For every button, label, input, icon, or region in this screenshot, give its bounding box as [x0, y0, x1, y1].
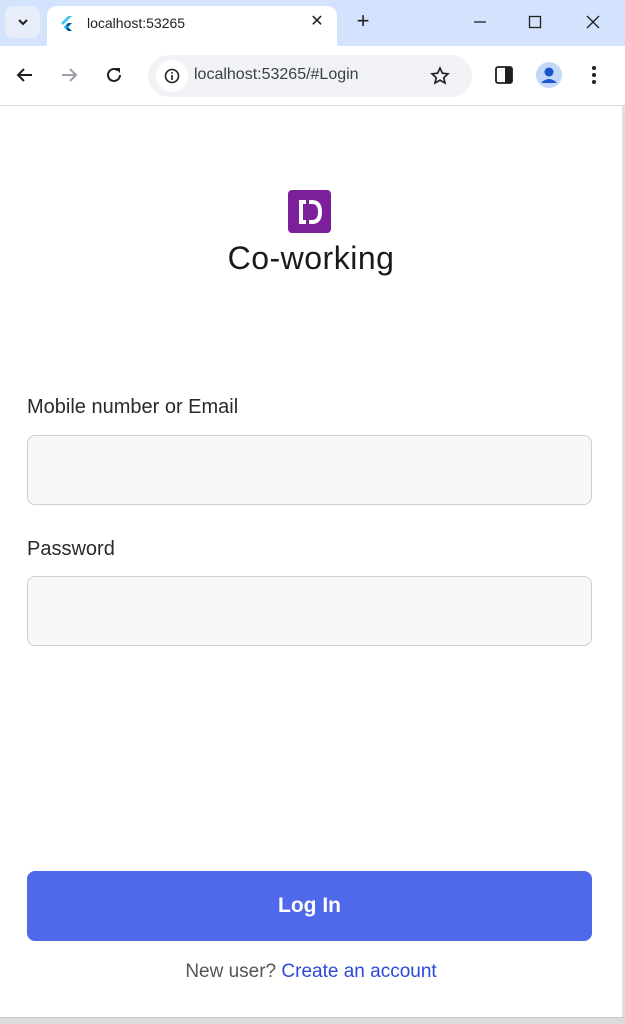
close-window-icon[interactable]: [565, 0, 621, 44]
minimize-icon[interactable]: [452, 0, 508, 44]
password-label: Password: [27, 538, 115, 560]
more-menu-icon[interactable]: [579, 60, 609, 90]
browser-toolbar: localhost:53265/#Login: [0, 46, 625, 106]
side-panel-icon[interactable]: [489, 60, 519, 90]
password-field[interactable]: [27, 576, 592, 646]
email-label: Mobile number or Email: [27, 396, 239, 418]
email-field[interactable]: [27, 435, 592, 505]
profile-avatar-icon[interactable]: [534, 60, 564, 90]
logo-d-icon: [298, 199, 322, 224]
tab-title: localhost:53265: [87, 15, 186, 31]
taskbar-edge: [0, 1017, 625, 1024]
login-page: Co-working Mobile number or Email Passwo…: [0, 106, 622, 1018]
bookmark-star-icon[interactable]: [428, 64, 452, 88]
browser-tab-strip: localhost:53265 ✕ +: [0, 0, 625, 46]
chevron-down-icon: [17, 19, 28, 26]
site-info-icon[interactable]: [156, 60, 188, 92]
close-tab-icon[interactable]: ✕: [309, 14, 325, 30]
login-button[interactable]: Log In: [27, 871, 592, 941]
maximize-icon[interactable]: [507, 0, 563, 44]
forward-icon[interactable]: [54, 60, 84, 90]
app-logo: [288, 190, 331, 233]
signup-prompt: New user? Create an account: [0, 961, 622, 983]
back-icon[interactable]: [10, 60, 40, 90]
new-user-text: New user?: [185, 961, 277, 982]
flutter-favicon-icon: [61, 16, 72, 31]
url-text: localhost:53265/#Login: [194, 66, 359, 83]
create-account-link[interactable]: Create an account: [281, 961, 436, 982]
app-title: Co-working: [227, 240, 395, 276]
address-bar[interactable]: localhost:53265/#Login: [148, 55, 472, 97]
tab-search-button[interactable]: [5, 6, 40, 38]
browser-tab[interactable]: localhost:53265 ✕: [47, 6, 337, 46]
reload-icon[interactable]: [99, 60, 129, 90]
new-tab-icon[interactable]: +: [350, 8, 376, 34]
